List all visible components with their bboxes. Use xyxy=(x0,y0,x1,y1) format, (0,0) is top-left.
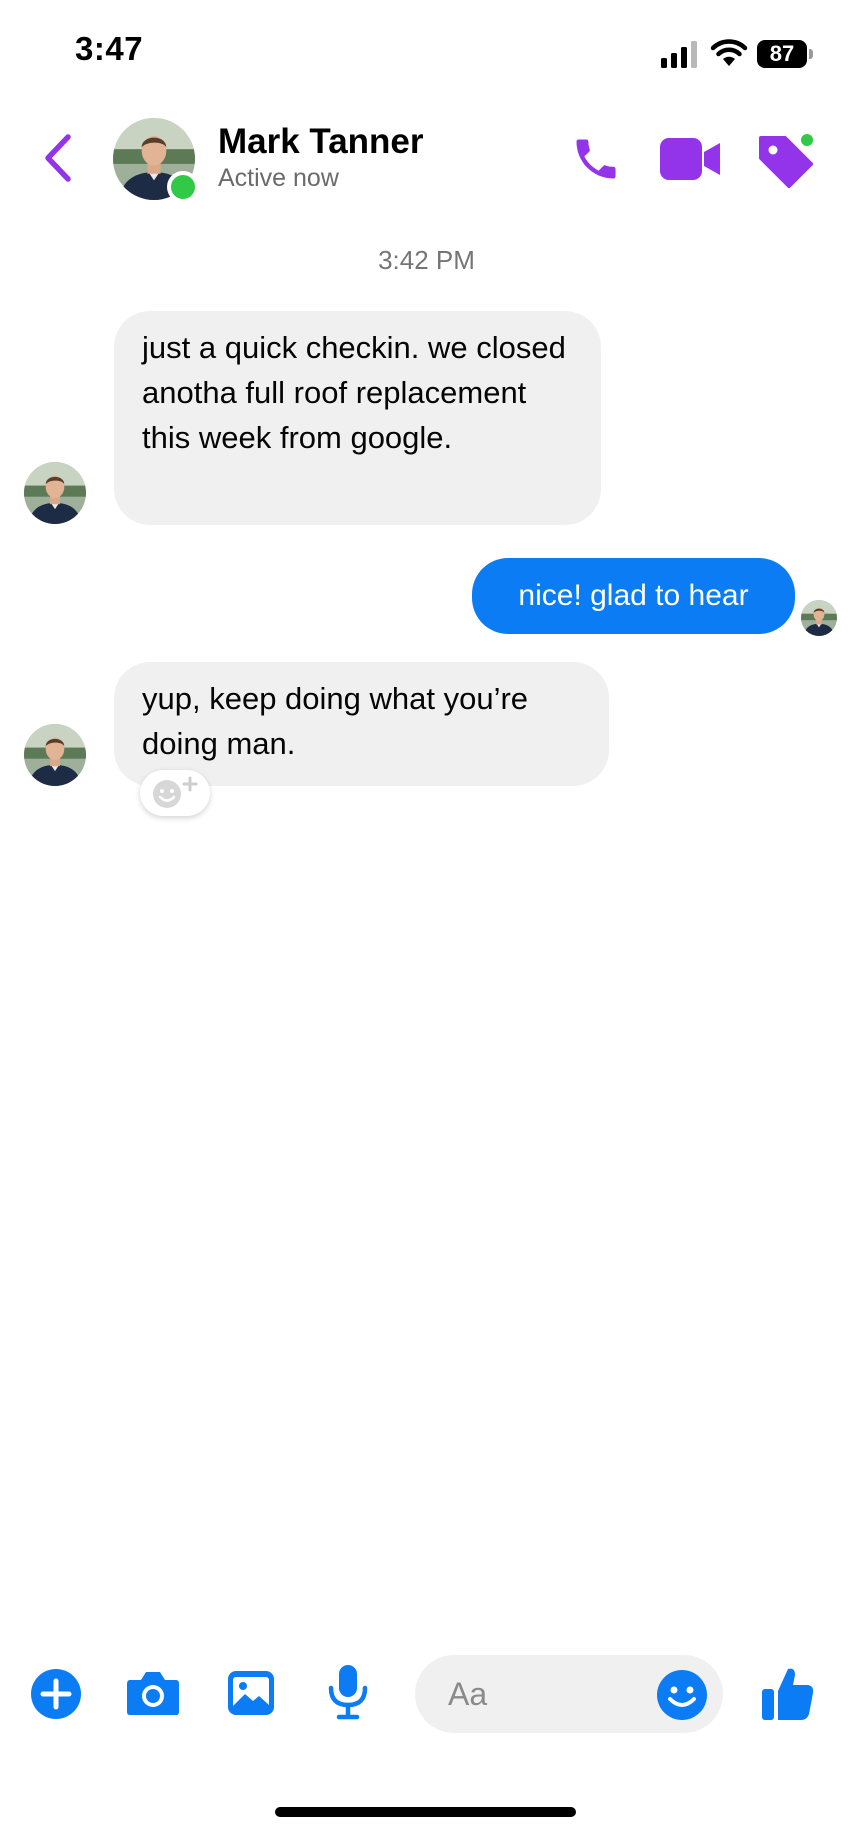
profile-photo xyxy=(801,600,837,636)
profile-photo xyxy=(24,724,86,786)
battery-indicator: 87 xyxy=(757,40,807,68)
cellular-signal-icon xyxy=(661,41,697,68)
battery-nub xyxy=(809,49,813,59)
wifi-icon xyxy=(710,39,748,66)
message-input-placeholder: Aa xyxy=(448,1676,488,1712)
thumbs-up-icon[interactable] xyxy=(761,1665,815,1721)
add-reaction-button[interactable] xyxy=(140,770,210,816)
incoming-message[interactable]: just a quick checkin. we closed anotha f… xyxy=(114,311,601,525)
message-timestamp: 3:42 PM xyxy=(378,245,475,275)
sender-avatar[interactable] xyxy=(24,724,86,786)
status-time: 3:47 xyxy=(75,30,144,67)
contact-status: Active now xyxy=(218,164,339,192)
phone-icon[interactable] xyxy=(570,133,622,185)
contact-name[interactable]: Mark Tanner xyxy=(218,122,424,162)
tag-icon[interactable] xyxy=(755,132,817,188)
incoming-message[interactable]: yup, keep doing what you’re doing man. xyxy=(114,662,609,786)
gallery-icon[interactable] xyxy=(227,1670,275,1716)
video-camera-icon[interactable] xyxy=(660,138,722,180)
online-indicator xyxy=(167,171,199,203)
emoji-icon[interactable] xyxy=(656,1669,708,1721)
microphone-icon[interactable] xyxy=(328,1664,368,1720)
profile-photo xyxy=(24,462,86,524)
add-reaction-icon xyxy=(153,776,198,808)
camera-icon[interactable] xyxy=(126,1670,180,1716)
back-chevron-icon[interactable] xyxy=(40,132,76,184)
home-indicator xyxy=(275,1807,576,1817)
read-receipt-avatar xyxy=(801,600,837,636)
sender-avatar[interactable] xyxy=(24,462,86,524)
outgoing-message[interactable]: nice! glad to hear xyxy=(472,558,795,634)
plus-icon[interactable] xyxy=(30,1668,82,1720)
